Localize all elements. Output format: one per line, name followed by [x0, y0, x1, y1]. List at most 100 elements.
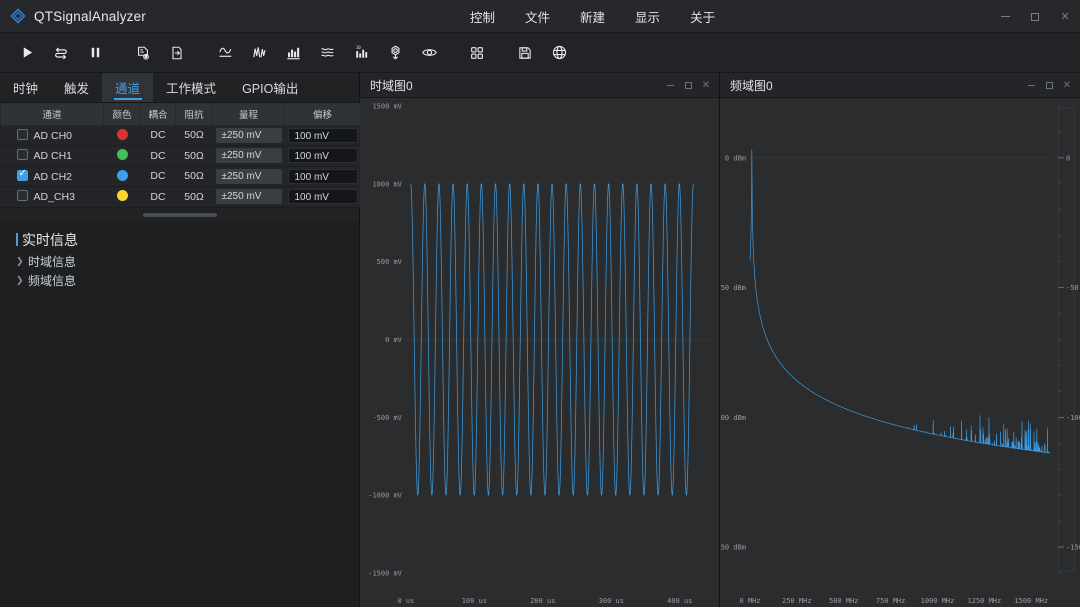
svg-text:1000 mV: 1000 mV — [372, 180, 402, 188]
menu-file[interactable]: 文件 — [523, 4, 552, 29]
channel-impedance-cell-0[interactable]: 50Ω — [175, 125, 213, 146]
channel-impedance-cell-3[interactable]: 50Ω — [175, 186, 213, 208]
app-title: QTSignalAnalyzer — [34, 8, 146, 24]
channel-impedance-cell-2[interactable]: 50Ω — [175, 166, 213, 187]
menu-display[interactable]: 显示 — [633, 4, 662, 29]
channel-offset-cell-2[interactable]: 100 mV — [284, 166, 361, 187]
time-domain-chart-button[interactable] — [210, 39, 240, 67]
channel-range-cell-0[interactable]: ±250 mV — [212, 125, 285, 146]
svg-text:-100: -100 — [1066, 414, 1080, 422]
layout-button[interactable] — [462, 39, 492, 67]
channel-label-1: AD CH1 — [33, 150, 73, 163]
tab-work-mode-label: 工作模式 — [166, 82, 217, 96]
table-row[interactable]: AD_CH3 DC 50Ω ±250 mV 100 mV — [0, 186, 361, 208]
freq-domain-panel-header[interactable]: 频域图0 ✕ — [720, 73, 1080, 98]
channel-offset-cell-3[interactable]: 100 mV — [284, 186, 361, 208]
panel-splitter[interactable] — [0, 207, 359, 222]
freq-domain-plot[interactable]: 0 dBm -50 dBm -100 dBm -150 dBm 0 MHz 250 MHz… — [720, 98, 1080, 607]
chevron-right-icon: ❯ — [16, 255, 24, 266]
svg-text:750 MHz: 750 MHz — [876, 597, 906, 605]
pause-button[interactable] — [80, 39, 110, 67]
channel-checkbox-3[interactable] — [16, 190, 28, 202]
tab-work-mode[interactable]: 工作模式 — [153, 73, 229, 102]
save-button[interactable] — [510, 39, 540, 67]
time-panel-close-button[interactable]: ✕ — [697, 73, 715, 98]
channel-range-combo-3[interactable]: ±250 mV — [215, 189, 282, 205]
channel-offset-input-0[interactable]: 100 mV — [287, 127, 358, 143]
file-settings-icon — [138, 46, 149, 60]
tab-clock[interactable]: 时钟 — [0, 73, 51, 102]
channel-name-cell-0: AD CH0 — [0, 125, 104, 146]
time-domain-plot[interactable]: 1500 mV 1000 mV 500 mV 0 mV -500 mV -1000 mV -… — [360, 98, 719, 607]
channel-color-cell-1[interactable] — [103, 145, 141, 167]
grid-layout-icon — [471, 46, 483, 59]
histogram-chart-button[interactable] — [278, 39, 308, 67]
maximize-button[interactable] — [1020, 0, 1050, 33]
freq-panel-close-button[interactable]: ✕ — [1058, 73, 1076, 98]
tab-gpio-output[interactable]: GPIO输出 — [229, 73, 311, 102]
svg-text:400 us: 400 us — [667, 597, 692, 605]
channel-checkbox-0[interactable] — [16, 128, 28, 140]
menu-about[interactable]: 关于 — [688, 4, 717, 29]
channel-offset-cell-1[interactable]: 100 mV — [284, 145, 361, 167]
svg-text:500 mV: 500 mV — [377, 258, 403, 266]
close-button[interactable]: ✕ — [1050, 0, 1080, 33]
channel-coupling-cell-2[interactable]: DC — [140, 166, 176, 187]
start-acquisition-button[interactable] — [12, 39, 42, 67]
settings-button[interactable] — [380, 39, 410, 67]
loop-icon — [55, 47, 67, 59]
time-panel-minimize-button[interactable] — [661, 73, 679, 98]
minimize-button[interactable] — [990, 0, 1020, 33]
save-icon — [519, 46, 531, 59]
channel-range-cell-2[interactable]: ±250 mV — [212, 166, 285, 187]
channel-range-cell-1[interactable]: ±250 mV — [212, 145, 285, 167]
time-domain-panel-header[interactable]: 时域图0 ✕ — [360, 73, 719, 98]
channel-offset-input-3[interactable]: 100 mV — [287, 189, 358, 205]
svg-text:1250 MHz: 1250 MHz — [968, 597, 1002, 605]
channel-impedance-cell-1[interactable]: 50Ω — [175, 145, 213, 167]
time-panel-maximize-button[interactable] — [679, 73, 697, 98]
maximize-icon — [1031, 12, 1039, 21]
continuous-loop-button[interactable] — [46, 39, 76, 67]
channel-offset-input-1[interactable]: 100 mV — [287, 148, 358, 164]
tab-trigger[interactable]: 触发 — [51, 73, 102, 102]
peak-chart-button[interactable] — [244, 39, 274, 67]
table-row[interactable]: AD CH0 DC 50Ω ±250 mV 100 mV — [0, 125, 361, 146]
network-button[interactable] — [544, 39, 574, 67]
freq-domain-panel: 频域图0 ✕ 0 dBm -50 dBm -100 dBm -150 dBm 0 MHz… — [720, 73, 1080, 607]
visibility-button[interactable] — [414, 39, 444, 67]
file-config-button[interactable] — [128, 39, 158, 67]
channel-color-swatch-1 — [116, 149, 128, 161]
channel-range-combo-0[interactable]: ±250 mV — [215, 127, 282, 143]
channel-checkbox-2[interactable] — [16, 168, 28, 181]
statistics-chart-button[interactable]: 10 — [346, 39, 376, 67]
tree-item-time-domain-info[interactable]: ❯ 时域信息 — [0, 252, 359, 271]
channel-range-combo-2[interactable]: ±250 mV — [215, 168, 282, 184]
svg-text:0 dBm: 0 dBm — [725, 154, 746, 162]
channel-range-cell-3[interactable]: ±250 mV — [212, 186, 285, 208]
import-file-button[interactable] — [162, 39, 192, 67]
spectrum-chart-button[interactable] — [312, 39, 342, 67]
channel-offset-cell-0[interactable]: 100 mV — [284, 125, 361, 146]
menu-control[interactable]: 控制 — [468, 4, 497, 29]
toolbar-separator-4 — [496, 39, 510, 67]
menu-new[interactable]: 新建 — [578, 4, 607, 29]
freq-panel-minimize-button[interactable] — [1022, 73, 1040, 98]
table-row[interactable]: AD CH1 DC 50Ω ±250 mV 100 mV — [0, 145, 361, 167]
chevron-right-icon: ❯ — [16, 274, 24, 285]
channel-coupling-cell-1[interactable]: DC — [140, 145, 176, 167]
channel-offset-input-2[interactable]: 100 mV — [287, 168, 358, 184]
freq-panel-maximize-button[interactable] — [1040, 73, 1058, 98]
tree-item-freq-domain-info[interactable]: ❯ 频域信息 — [0, 271, 359, 290]
channel-color-cell-2[interactable] — [103, 166, 141, 187]
col-header-channel: 通道 — [0, 103, 104, 126]
channel-color-cell-0[interactable] — [103, 125, 141, 146]
table-row[interactable]: AD CH2 DC 50Ω ±250 mV 100 mV — [0, 166, 361, 187]
channel-table-header-row: 通道 颜色 耦合 阻抗 量程 偏移 — [0, 103, 361, 126]
channel-color-cell-3[interactable] — [103, 186, 141, 208]
channel-coupling-cell-3[interactable]: DC — [140, 186, 176, 208]
channel-checkbox-1[interactable] — [16, 149, 28, 161]
channel-range-combo-1[interactable]: ±250 mV — [215, 148, 282, 164]
channel-coupling-cell-0[interactable]: DC — [140, 125, 176, 146]
tab-channel[interactable]: 通道 — [102, 73, 154, 102]
